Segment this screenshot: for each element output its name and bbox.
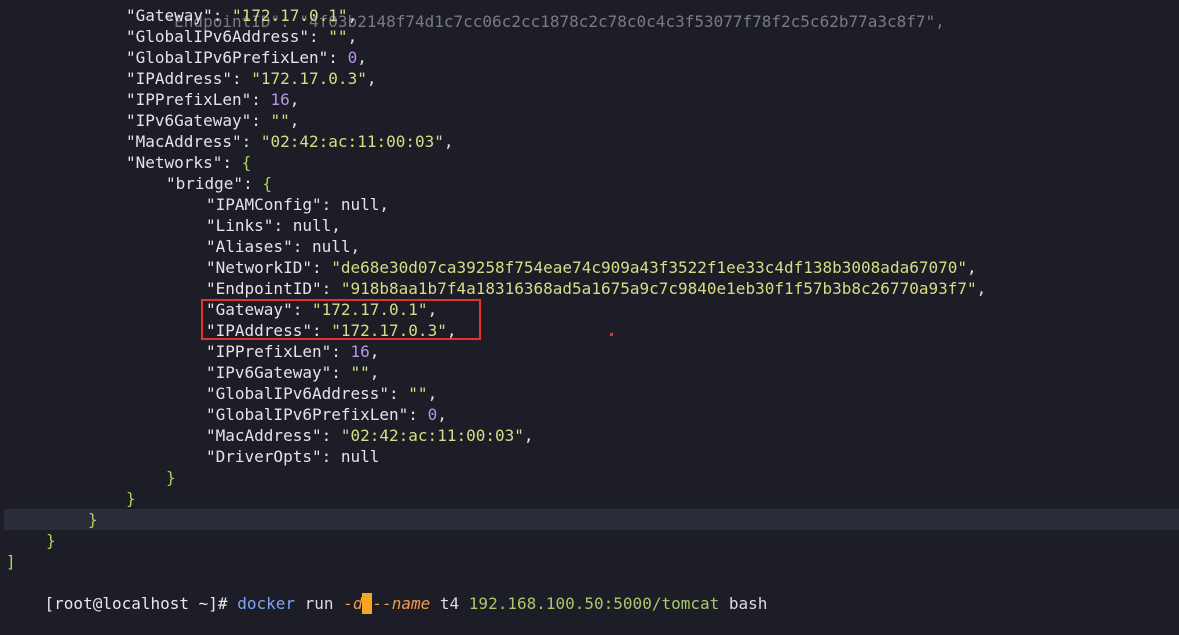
json-field-line: "Aliases": null, xyxy=(206,237,361,256)
json-field-line: "IPPrefixLen": 16, xyxy=(126,90,300,109)
json-key: "IPPrefixLen" xyxy=(126,90,252,109)
json-key: "GlobalIPv6PrefixLen" xyxy=(206,405,409,424)
json-key: "DriverOpts" xyxy=(206,447,322,466)
json-value: "" xyxy=(350,363,370,382)
networks-line: "Networks": { xyxy=(126,153,252,172)
json-key: "NetworkID" xyxy=(206,258,312,277)
flag-d: -d xyxy=(343,594,363,613)
json-field-line: "EndpointID": "918b8aa1b7f4a18316368ad5a… xyxy=(206,279,987,298)
json-value: null xyxy=(292,216,332,235)
json-field-line: "MacAddress": "02:42:ac:11:00:03", xyxy=(126,132,454,151)
json-field-line: "IPAddress": "172.17.0.3", xyxy=(126,69,377,88)
terminal-window[interactable]: "EndpointID": "4f03b2148f74d1c7cc06c2cc1… xyxy=(0,0,1179,614)
json-value: 0 xyxy=(427,405,438,424)
json-field-line: "GlobalIPv6PrefixLen": 0, xyxy=(126,48,367,67)
json-key: "IPAddress" xyxy=(126,69,232,88)
command-shell: bash xyxy=(728,594,768,613)
json-field-line: "GlobalIPv6Address": "", xyxy=(206,384,438,403)
json-value: "02:42:ac:11:00:03" xyxy=(260,132,444,151)
json-key: "Links" xyxy=(206,216,274,235)
json-value: "" xyxy=(328,27,348,46)
json-value: null xyxy=(340,447,380,466)
closing-bracket-array: ] xyxy=(6,552,16,571)
json-value: 16 xyxy=(350,342,370,361)
flag-name: --name xyxy=(372,594,431,613)
json-key: "GlobalIPv6PrefixLen" xyxy=(126,48,329,67)
json-key: "IPv6Gateway" xyxy=(126,111,252,130)
json-value: "" xyxy=(408,384,428,403)
text-cursor xyxy=(362,593,373,614)
json-key: "IPPrefixLen" xyxy=(206,342,332,361)
json-field-line: "IPv6Gateway": "", xyxy=(206,363,380,382)
json-field-line: "IPPrefixLen": 16, xyxy=(206,342,380,361)
json-field-line: "IPAMConfig": null, xyxy=(206,195,390,214)
json-field-line: "NetworkID": "de68e30d07ca39258f754eae74… xyxy=(206,258,977,277)
prompt-user-host: [root@localhost ~] xyxy=(44,594,218,613)
json-value: 16 xyxy=(270,90,290,109)
json-field-line: "Links": null, xyxy=(206,216,341,235)
json-key: "IPAMConfig" xyxy=(206,195,322,214)
json-field-line: "GlobalIPv6PrefixLen": 0, xyxy=(206,405,447,424)
command-run: run xyxy=(304,594,334,613)
command-prompt-line[interactable]: [root@localhost ~]# docker run -d --name… xyxy=(6,572,1179,614)
json-key: "Aliases" xyxy=(206,237,293,256)
json-key: "IPv6Gateway" xyxy=(206,363,332,382)
command-docker: docker xyxy=(237,594,295,613)
json-value: "" xyxy=(270,111,290,130)
json-field-line: "DriverOpts": null xyxy=(206,447,380,466)
json-value: 0 xyxy=(347,48,358,67)
prompt-symbol: # xyxy=(217,594,228,613)
json-value: "918b8aa1b7f4a18316368ad5a1675a9c7c9840e… xyxy=(340,279,977,298)
json-field-line: "Gateway": "172.17.0.1", xyxy=(126,6,358,25)
json-key: "EndpointID" xyxy=(206,279,322,298)
networks-key: "Networks" xyxy=(126,153,223,172)
json-field-line: "MacAddress": "02:42:ac:11:00:03", xyxy=(206,426,534,445)
closing-brace-networks: } xyxy=(126,489,136,508)
closing-brace-object: } xyxy=(46,531,56,550)
json-value: "172.17.0.3" xyxy=(251,69,367,88)
container-name-value: t4 xyxy=(439,594,460,613)
highlight-annotation-box xyxy=(201,299,481,340)
json-field-line: "GlobalIPv6Address": "", xyxy=(126,27,358,46)
json-value: "de68e30d07ca39258f754eae74c909a43f3522f… xyxy=(331,258,967,277)
annotation-dot xyxy=(610,333,613,336)
json-value: null xyxy=(340,195,380,214)
json-key: "GlobalIPv6Address" xyxy=(206,384,390,403)
closing-brace-networksettings: } xyxy=(4,509,1179,530)
json-value: null xyxy=(311,237,351,256)
bridge-key: "bridge" xyxy=(166,174,244,193)
bridge-line: "bridge": { xyxy=(166,174,272,193)
json-key: "MacAddress" xyxy=(206,426,322,445)
json-value: "02:42:ac:11:00:03" xyxy=(340,426,524,445)
json-key: "GlobalIPv6Address" xyxy=(126,27,310,46)
json-key: "MacAddress" xyxy=(126,132,242,151)
json-value: "172.17.0.1" xyxy=(231,6,348,25)
image-reference: 192.168.100.50:5000/tomcat xyxy=(468,594,720,613)
closing-brace-bridge: } xyxy=(166,468,176,487)
json-key: "Gateway" xyxy=(126,6,213,25)
json-field-line: "IPv6Gateway": "", xyxy=(126,111,300,130)
